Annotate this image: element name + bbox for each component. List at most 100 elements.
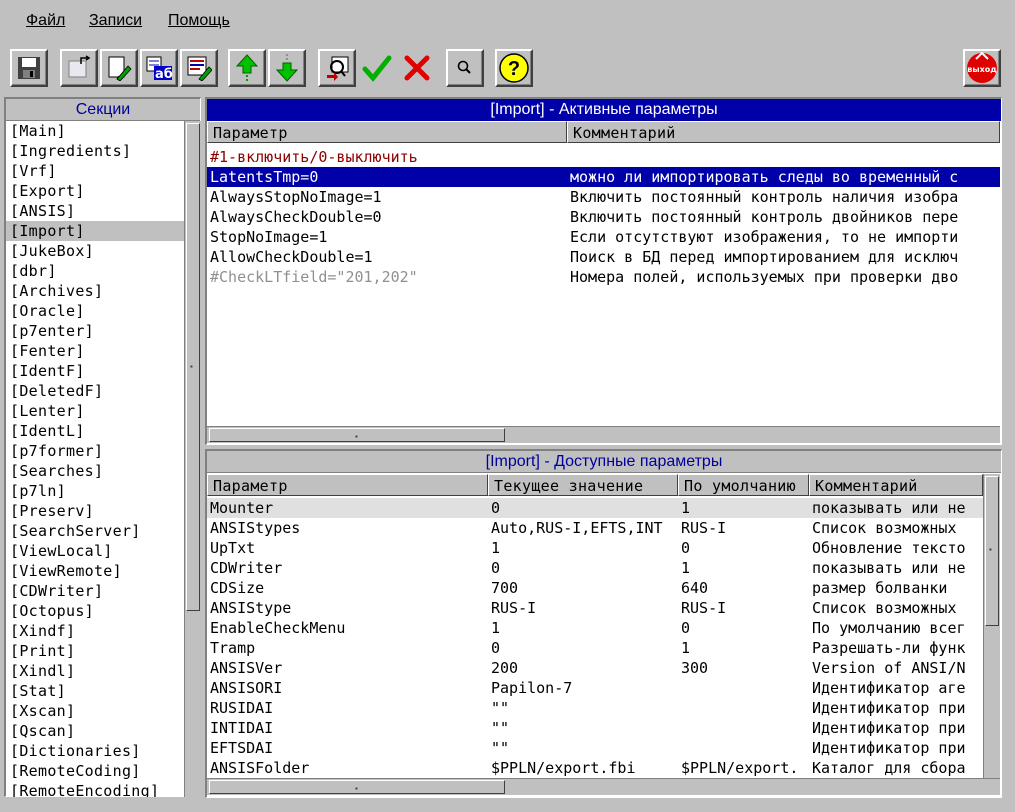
available-hscrollbar[interactable]: ▪	[207, 778, 1000, 795]
section-item[interactable]: [Qscan]	[6, 721, 184, 741]
available-param-row[interactable]: EnableCheckMenu 1 0 По умолчанию всег	[207, 618, 983, 638]
available-param-row[interactable]: UpTxt 1 0 Обновление тексто	[207, 538, 983, 558]
available-param-name: UpTxt	[210, 539, 256, 557]
active-param-row[interactable]: AlwaysCheckDouble=0 Включить постоянный к…	[207, 207, 1000, 227]
sections-panel: Секции [Main] [Ingredients] [Vrf] [Export][…	[4, 97, 201, 797]
available-param-row[interactable]: RUSIDAI "" Идентификатор при	[207, 698, 983, 718]
available-param-row[interactable]: EFTSDAI "" Идентификатор при	[207, 738, 983, 758]
section-item[interactable]: [Ingredients]	[6, 141, 184, 161]
apply-button[interactable]	[358, 49, 396, 87]
section-item[interactable]: [Import]	[6, 221, 184, 241]
section-item[interactable]: [SearchServer]	[6, 521, 184, 541]
section-item[interactable]: [Oracle]	[6, 301, 184, 321]
new-record-button[interactable]	[60, 49, 98, 87]
section-item[interactable]: [Main]	[6, 121, 184, 141]
svg-text:аб: аб	[155, 67, 173, 81]
section-item[interactable]: [p7former]	[6, 441, 184, 461]
available-param-row[interactable]: INTIDAI "" Идентификатор при	[207, 718, 983, 738]
active-param-row[interactable]: LatentsTmp=0 можно ли импортировать следы…	[207, 167, 1000, 187]
section-item[interactable]: [Xindl]	[6, 661, 184, 681]
available-col-param[interactable]: Параметр	[207, 474, 488, 496]
active-hscroll-thumb[interactable]: ▪	[209, 428, 505, 442]
available-param-current: 0	[491, 499, 501, 517]
available-param-row[interactable]: ANSIStype RUS-I RUS-I Список возможных	[207, 598, 983, 618]
section-item[interactable]: [dbr]	[6, 261, 184, 281]
active-col-comment[interactable]: Комментарий	[567, 121, 1000, 143]
section-item[interactable]: [ANSIS]	[6, 201, 184, 221]
section-item[interactable]: [Print]	[6, 641, 184, 661]
section-item[interactable]: [Vrf]	[6, 161, 184, 181]
apply-icon	[362, 55, 392, 82]
section-item[interactable]: [Octopus]	[6, 601, 184, 621]
available-param-current: 700	[491, 579, 519, 597]
available-param-name: ANSISVer	[210, 659, 283, 677]
section-item[interactable]: [IdentL]	[6, 421, 184, 441]
section-item[interactable]: [RemoteEncoding]	[6, 781, 184, 797]
active-col-param[interactable]: Параметр	[207, 121, 567, 143]
section-item[interactable]: [Stat]	[6, 681, 184, 701]
save-button[interactable]	[10, 49, 48, 87]
active-param-row[interactable]: StopNoImage=1 Если отсутствуют изображени…	[207, 227, 1000, 247]
edit-button[interactable]	[100, 49, 138, 87]
section-item[interactable]: [RemoteCoding]	[6, 761, 184, 781]
section-item[interactable]: [Lenter]	[6, 401, 184, 421]
menu-file[interactable]: Файл	[26, 12, 65, 30]
section-item[interactable]: [Dictionaries]	[6, 741, 184, 761]
section-item[interactable]: [ViewLocal]	[6, 541, 184, 561]
active-params-panel: [Import] - Активные параметры Параметр К…	[205, 97, 1002, 445]
edit-list-button[interactable]	[180, 49, 218, 87]
sections-scroll-thumb[interactable]: ▪	[186, 123, 200, 611]
menu-records[interactable]: Записи	[89, 12, 142, 30]
section-item[interactable]: [Searches]	[6, 461, 184, 481]
available-param-row[interactable]: Mounter 0 1 показывать или не	[207, 498, 983, 518]
section-item[interactable]: [CDWriter]	[6, 581, 184, 601]
section-item[interactable]: [Fenter]	[6, 341, 184, 361]
available-param-row[interactable]: ANSIStypes Auto,RUS-I,EFTS,INT RUS-I Список…	[207, 518, 983, 538]
available-param-comment: Список возможных	[812, 599, 957, 617]
active-param-row[interactable]: AlwaysStopNoImage=1 Включить постоянный к…	[207, 187, 1000, 207]
available-param-current: $PPLN/export.fbi	[491, 759, 636, 777]
section-item[interactable]: [Xindf]	[6, 621, 184, 641]
available-vscroll-thumb[interactable]: ▪	[985, 476, 999, 626]
move-down-button[interactable]	[268, 49, 306, 87]
active-param-row[interactable]: #CheckLTfield="201,202" Номера полей, исп…	[207, 267, 1000, 287]
move-up-button[interactable]	[228, 49, 266, 87]
help-icon: ?	[499, 53, 529, 83]
available-param-row[interactable]: CDWriter 0 1 показывать или не	[207, 558, 983, 578]
section-item[interactable]: [DeletedF]	[6, 381, 184, 401]
section-item[interactable]: [p7ln]	[6, 481, 184, 501]
active-hscrollbar[interactable]: ▪	[207, 426, 1000, 443]
section-item[interactable]: [Preserv]	[6, 501, 184, 521]
svg-text:выход: выход	[967, 65, 997, 74]
import-button[interactable]	[318, 49, 356, 87]
available-hscroll-thumb[interactable]: ▪	[209, 780, 505, 794]
available-param-row[interactable]: CDSize 700 640 размер болванки	[207, 578, 983, 598]
section-item[interactable]: [ViewRemote]	[6, 561, 184, 581]
edit-list-icon	[187, 56, 212, 81]
available-param-current: ""	[491, 739, 510, 757]
sections-scrollbar[interactable]: ▪	[184, 121, 201, 797]
available-param-row[interactable]: Tramp 0 1 Разрешать-ли функ	[207, 638, 983, 658]
available-param-row[interactable]: ANSISORI Papilon-7 Идентификатор аге	[207, 678, 983, 698]
spell-check-button[interactable]: аб	[140, 49, 178, 87]
available-col-default[interactable]: По умолчанию	[678, 474, 809, 496]
help-button[interactable]: ?	[495, 49, 533, 87]
section-item[interactable]: [JukeBox]	[6, 241, 184, 261]
section-item[interactable]: [p7enter]	[6, 321, 184, 341]
section-item[interactable]: [Archives]	[6, 281, 184, 301]
search-button[interactable]	[446, 49, 484, 87]
active-param-row[interactable]: AllowCheckDouble=1 Поиск в БД перед импор…	[207, 247, 1000, 267]
menu-help[interactable]: Помощь	[168, 12, 230, 30]
available-vscrollbar[interactable]: ▪	[983, 474, 1000, 778]
section-item[interactable]: [IdentF]	[6, 361, 184, 381]
available-col-current[interactable]: Текущее значение	[488, 474, 678, 496]
available-col-comment[interactable]: Комментарий	[809, 474, 983, 496]
section-item[interactable]: [Export]	[6, 181, 184, 201]
available-param-row[interactable]: ANSISFolder $PPLN/export.fbi $PPLN/export.…	[207, 758, 983, 778]
new-record-icon	[68, 55, 91, 78]
available-param-row[interactable]: ANSISVer 200 300 Version of ANSI/N	[207, 658, 983, 678]
section-item[interactable]: [Xscan]	[6, 701, 184, 721]
exit-button[interactable]: выход	[963, 49, 1001, 87]
cancel-button[interactable]	[398, 49, 436, 87]
available-param-current: Auto,RUS-I,EFTS,INT	[491, 519, 663, 537]
